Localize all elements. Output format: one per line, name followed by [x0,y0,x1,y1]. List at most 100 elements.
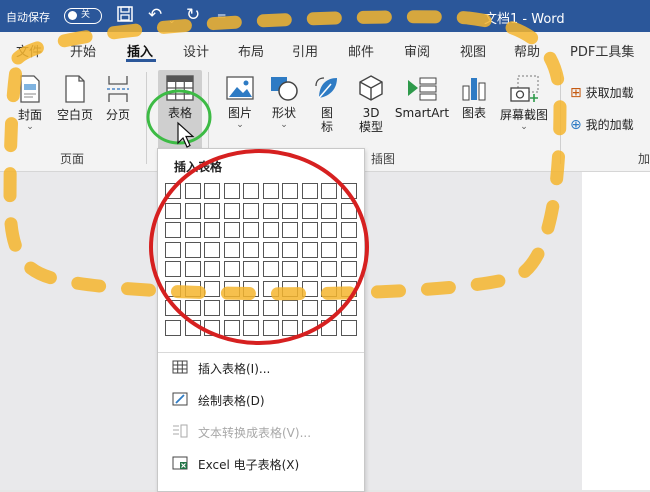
table-grid-cell[interactable] [223,202,240,219]
table-grid-cell[interactable] [262,183,279,199]
table-grid-cell[interactable] [321,280,337,297]
table-grid-cell[interactable] [321,202,337,219]
table-grid-cell[interactable] [282,319,298,336]
table-grid-cell[interactable] [165,202,181,219]
tab-pdf-tools[interactable]: PDF工具集 [570,41,634,60]
icons-button[interactable]: 图 标 [310,74,344,134]
table-grid-cell[interactable] [243,319,259,336]
table-grid-cell[interactable] [204,261,220,277]
table-grid-cell[interactable] [204,202,220,219]
page-break-button[interactable]: 分页 [100,74,136,122]
table-grid-cell[interactable] [321,183,337,199]
table-grid-cell[interactable] [184,241,201,258]
autosave-toggle[interactable]: 关 [64,8,102,24]
table-grid-cell[interactable] [321,222,337,238]
table-grid-cell[interactable] [165,319,181,336]
table-grid-cell[interactable] [223,300,240,316]
table-grid-cell[interactable] [243,280,259,297]
tab-review[interactable]: 审阅 [404,41,430,60]
table-grid-cell[interactable] [204,241,220,258]
table-grid-cell[interactable] [321,300,337,316]
table-grid-cell[interactable] [262,319,279,336]
table-grid-cell[interactable] [340,202,357,219]
3d-models-button[interactable]: 3D 模型 [352,74,390,134]
table-grid-cell[interactable] [301,319,318,336]
customize-qat-icon[interactable]: ═ [218,6,225,26]
tab-mailings[interactable]: 邮件 [348,41,374,60]
table-grid-cell[interactable] [204,280,220,297]
save-icon[interactable] [116,5,134,28]
excel-table-menu-item[interactable]: Excel 电子表格(X) [172,455,299,475]
table-grid-cell[interactable] [340,319,357,336]
table-grid-cell[interactable] [204,300,220,316]
table-grid-cell[interactable] [184,319,201,336]
tab-layout[interactable]: 布局 [238,41,264,60]
table-grid-cell[interactable] [262,261,279,277]
insert-table-menu-item[interactable]: 插入表格(I)... [172,359,270,379]
table-grid-cell[interactable] [204,319,220,336]
table-grid-cell[interactable] [262,222,279,238]
table-grid-cell[interactable] [262,202,279,219]
table-grid-cell[interactable] [301,300,318,316]
screenshot-button[interactable]: 屏幕截图 ⌄ [496,74,552,132]
table-grid-cell[interactable] [301,183,318,199]
table-grid-cell[interactable] [340,300,357,316]
table-grid-cell[interactable] [282,183,298,199]
table-grid-cell[interactable] [165,183,181,199]
table-grid-cell[interactable] [282,300,298,316]
table-grid-cell[interactable] [223,241,240,258]
draw-table-menu-item[interactable]: 绘制表格(D) [172,391,265,411]
convert-text-menu-item[interactable]: 文本转换成表格(V)... [172,423,311,443]
table-grid-cell[interactable] [282,202,298,219]
document-page[interactable] [582,172,650,490]
tab-home[interactable]: 开始 [70,41,96,60]
table-grid-cell[interactable] [165,241,181,258]
table-grid-cell[interactable] [184,280,201,297]
table-grid-cell[interactable] [340,261,357,277]
table-grid-cell[interactable] [184,222,201,238]
table-grid-cell[interactable] [282,241,298,258]
table-grid-cell[interactable] [223,319,240,336]
table-grid-cell[interactable] [223,222,240,238]
tab-help[interactable]: 帮助 [514,41,540,60]
tab-file[interactable]: 文件 [16,41,42,60]
table-grid-cell[interactable] [165,280,181,297]
table-grid-cell[interactable] [282,261,298,277]
table-grid-cell[interactable] [243,261,259,277]
table-grid-cell[interactable] [301,222,318,238]
table-grid-cell[interactable] [243,300,259,316]
table-grid-cell[interactable] [204,222,220,238]
table-grid-cell[interactable] [262,280,279,297]
undo-dropdown-icon[interactable]: ⌄ [168,11,176,31]
table-grid-cell[interactable] [301,202,318,219]
redo-icon[interactable]: ↻ [186,5,200,25]
table-grid-cell[interactable] [184,183,201,199]
table-grid-cell[interactable] [184,202,201,219]
table-grid-cell[interactable] [165,261,181,277]
undo-icon[interactable]: ↶ [148,5,162,25]
table-grid-cell[interactable] [282,222,298,238]
blank-page-button[interactable]: 空白页 [54,74,96,122]
table-grid-cell[interactable] [223,261,240,277]
tab-references[interactable]: 引用 [292,41,318,60]
table-grid-cell[interactable] [223,183,240,199]
table-grid-cell[interactable] [243,202,259,219]
table-grid-cell[interactable] [243,241,259,258]
cover-page-button[interactable]: 封面 ⌄ [10,74,50,132]
table-grid-cell[interactable] [321,241,337,258]
table-grid-cell[interactable] [184,261,201,277]
table-grid-cell[interactable] [282,280,298,297]
chart-button[interactable]: 图表 [456,74,492,120]
tab-design[interactable]: 设计 [183,41,209,60]
table-grid-cell[interactable] [321,319,337,336]
table-grid-cell[interactable] [301,280,318,297]
table-grid-cell[interactable] [184,300,201,316]
pictures-button[interactable]: 图片 ⌄ [220,74,260,130]
table-grid-cell[interactable] [262,241,279,258]
table-grid-cell[interactable] [321,261,337,277]
table-grid-cell[interactable] [243,222,259,238]
my-addins-button[interactable]: ⊕ 我的加载 [570,116,634,133]
table-grid-cell[interactable] [165,222,181,238]
table-grid-cell[interactable] [340,183,357,199]
tab-insert[interactable]: 插入 [127,41,153,60]
